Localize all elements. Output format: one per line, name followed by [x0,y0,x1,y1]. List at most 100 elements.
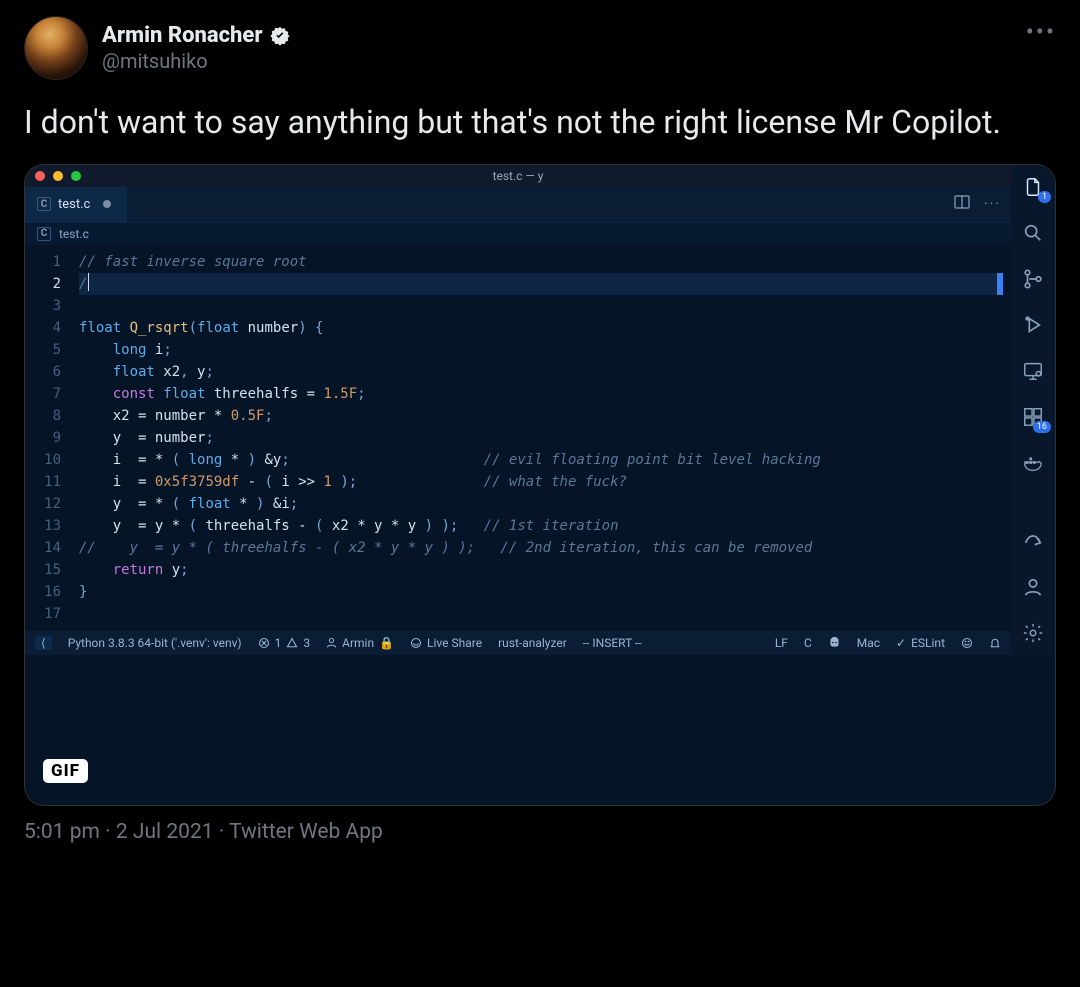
tweet-meta: 5:01 pm · 2 Jul 2021 · Twitter Web App [24,820,1056,844]
code-line[interactable] [79,603,1003,625]
statusbar-left: ⟨ Python 3.8.3 64-bit ('.venv': venv) 1 … [35,636,642,650]
gif-badge: GIF [43,759,88,783]
c-lang-icon: C [37,197,51,211]
more-options-icon[interactable]: ••• [1026,16,1056,44]
code-line[interactable]: / [79,273,1003,295]
code-line[interactable]: i = * ( long * ) &y; // evil floating po… [79,449,1003,471]
code-line[interactable]: const float threehalfs = 1.5F; [79,383,1003,405]
tweet-media[interactable]: test.c — y C test.c [24,164,1056,806]
line-number: 5 [31,339,61,361]
code-line[interactable] [79,295,1003,317]
files-icon[interactable]: 1 [1021,175,1045,199]
line-number: 10 [31,449,61,471]
problems[interactable]: 1 3 [258,636,311,650]
settings-gear-icon[interactable] [1021,621,1045,645]
line-number: 6 [31,361,61,383]
tweet-container: Armin Ronacher @mitsuhiko ••• I don't wa… [0,0,1080,858]
remote-indicator[interactable]: ⟨ [35,636,52,650]
warning-count: 3 [303,636,310,650]
display-name[interactable]: Armin Ronacher [102,23,263,49]
liveshare[interactable]: Live Share [410,636,482,650]
debug-icon[interactable] [1021,313,1045,337]
tweet-author[interactable]: Armin Ronacher @mitsuhiko [24,16,291,80]
close-window-icon[interactable] [35,171,45,181]
tab-modified-dot-icon [103,200,111,208]
vim-mode: -- INSERT -- [583,636,642,650]
code-area[interactable]: // fast inverse square root/ float Q_rsqr… [71,245,1011,631]
statusbar: ⟨ Python 3.8.3 64-bit ('.venv': venv) 1 … [25,631,1011,655]
code-line[interactable]: return y; [79,559,1003,581]
code-line[interactable]: x2 = number * 0.5F; [79,405,1003,427]
code-line[interactable]: i = 0x5f3759df - ( i >> 1 ); // what the… [79,471,1003,493]
feedback-icon[interactable] [961,637,973,649]
code-line[interactable]: y = number; [79,427,1003,449]
breadcrumb-file: test.c [59,227,89,241]
tabs-right: ··· [954,194,1011,214]
line-number: 11 [31,471,61,493]
window-titlebar: test.c — y [25,165,1011,187]
tab-overflow-icon[interactable]: ··· [984,196,1001,212]
remote-explorer-icon[interactable] [1021,359,1045,383]
line-number: 1 [31,251,61,273]
editor-tab-active[interactable]: C test.c [25,186,128,222]
line-number: 16 [31,581,61,603]
separator: · [105,820,116,844]
tweet-date[interactable]: 2 Jul 2021 [116,820,214,844]
code-line[interactable]: y = y * ( threehalfs - ( x2 * y * y ) );… [79,515,1003,537]
editor-breadcrumb[interactable]: C test.c [25,223,1011,245]
author-names: Armin Ronacher @mitsuhiko [102,23,291,73]
editor-toprow: test.c — y C test.c [25,165,1055,655]
line-number: 7 [31,383,61,405]
tweet-body: I don't want to say anything but that's … [24,102,1056,144]
tweet-source[interactable]: Twitter Web App [229,820,383,844]
code-line[interactable]: } [79,581,1003,603]
line-number: 2 [31,273,61,295]
code-line[interactable]: long i; [79,339,1003,361]
search-icon[interactable] [1021,221,1045,245]
code-line[interactable]: float x2, y; [79,361,1003,383]
line-number: 13 [31,515,61,537]
lock-icon: 🔒 [379,636,394,650]
source-control-icon[interactable] [1021,267,1045,291]
code-line[interactable]: y = * ( float * ) &i; [79,493,1003,515]
verified-badge-icon [269,25,291,47]
handle[interactable]: @mitsuhiko [102,49,291,73]
line-number: 4 [31,317,61,339]
activity-badge: 1 [1038,191,1051,203]
avatar[interactable] [24,16,88,80]
maximize-window-icon[interactable] [71,171,81,181]
language-mode[interactable]: C [804,636,812,650]
python-interpreter[interactable]: Python 3.8.3 64-bit ('.venv': venv) [68,636,242,650]
eslint-status[interactable]: ✓ ESLint [896,636,945,650]
extensions-icon[interactable]: 16 [1021,405,1045,429]
platform[interactable]: Mac [857,636,880,650]
bell-icon[interactable] [989,637,1001,649]
tabs-left: C test.c [25,186,128,222]
display-name-row: Armin Ronacher [102,23,291,49]
eol[interactable]: LF [775,636,788,650]
account-icon[interactable] [1021,575,1045,599]
minimize-window-icon[interactable] [53,171,63,181]
separator: · [219,820,229,844]
liveshare-label: Live Share [427,636,482,650]
copilot-icon[interactable] [828,636,841,649]
line-number: 3 [31,295,61,317]
statusbar-right: LF C Mac ✓ ESLint [775,636,1001,650]
code-line[interactable]: // y = y * ( threehalfs - ( x2 * y * y )… [79,537,1003,559]
error-count: 1 [275,636,282,650]
eslint-label: ESLint [911,636,945,650]
code-line[interactable]: float Q_rsqrt(float number) { [79,317,1003,339]
line-number: 14 [31,537,61,559]
share-icon[interactable] [1021,529,1045,553]
editor-tab-label: test.c [58,197,90,212]
text-caret [88,273,89,291]
status-user-label: Armin [342,636,374,650]
split-editor-icon[interactable] [954,194,970,214]
tweet-time[interactable]: 5:01 pm [24,820,100,844]
window-title: test.c — y [493,169,544,183]
code-line[interactable]: // fast inverse square root [79,251,1003,273]
c-lang-icon: C [37,227,51,241]
status-user[interactable]: Armin 🔒 [326,636,394,650]
rust-analyzer[interactable]: rust-analyzer [498,636,567,650]
docker-icon[interactable] [1021,451,1045,475]
